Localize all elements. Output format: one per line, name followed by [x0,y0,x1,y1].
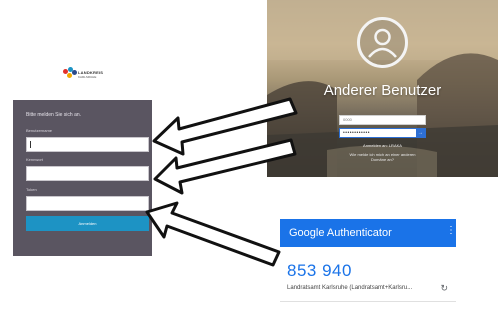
user-avatar [357,17,408,68]
username-field[interactable] [26,137,149,152]
authenticator-card: Google Authenticator ⋮ 853 940 Landratsa… [280,219,456,305]
logo-dot-yellow [67,73,72,78]
windows-password-field[interactable]: •••••••••••• → [339,128,426,138]
authenticator-app-bar: Google Authenticator ⋮ [280,219,456,247]
other-domain-link[interactable]: Wie melde ich mich an einer anderen Domä… [267,152,498,162]
logo-text-line2: KARLSRUHE [78,75,97,79]
divider [280,301,456,302]
password-label: Kennwort [26,157,43,162]
submit-arrow-icon[interactable]: → [416,129,425,137]
otp-account-name: Landratsamt Karlsruhe (Landratsamt+Karls… [287,285,413,291]
windows-password-value: •••••••••••• [343,130,371,136]
windows-username-heading: Anderer Benutzer [323,82,442,99]
web-login-panel: Bitte melden Sie sich an. Benutzername K… [13,100,152,256]
authenticator-title: Google Authenticator [289,227,392,239]
login-title: Bitte melden Sie sich an. [26,112,82,118]
otp-code: 853 940 [287,261,352,280]
password-field[interactable] [26,166,149,181]
logo-dot-navy [72,70,77,75]
landkreis-logo: LANDKREIS KARLSRUHE [62,67,110,87]
sign-in-to-link[interactable]: Anmelden an: LRAKA [267,143,498,148]
windows-lock-screen: Anderer Benutzer 0000 •••••••••••• → Anm… [267,0,498,177]
token-field[interactable] [26,196,149,211]
username-label: Benutzername [26,128,53,133]
person-icon [368,28,397,58]
arrow-to-token-icon [145,201,281,267]
refresh-icon[interactable]: ↻ [440,283,448,294]
other-domain-line2: Domäne an? [371,157,394,162]
windows-user-field[interactable]: 0000 [339,115,426,125]
overflow-menu-icon[interactable]: ⋮ [446,226,456,236]
text-caret [30,141,31,148]
login-submit-button[interactable]: Anmelden [26,216,149,231]
token-label: Token [26,187,37,192]
